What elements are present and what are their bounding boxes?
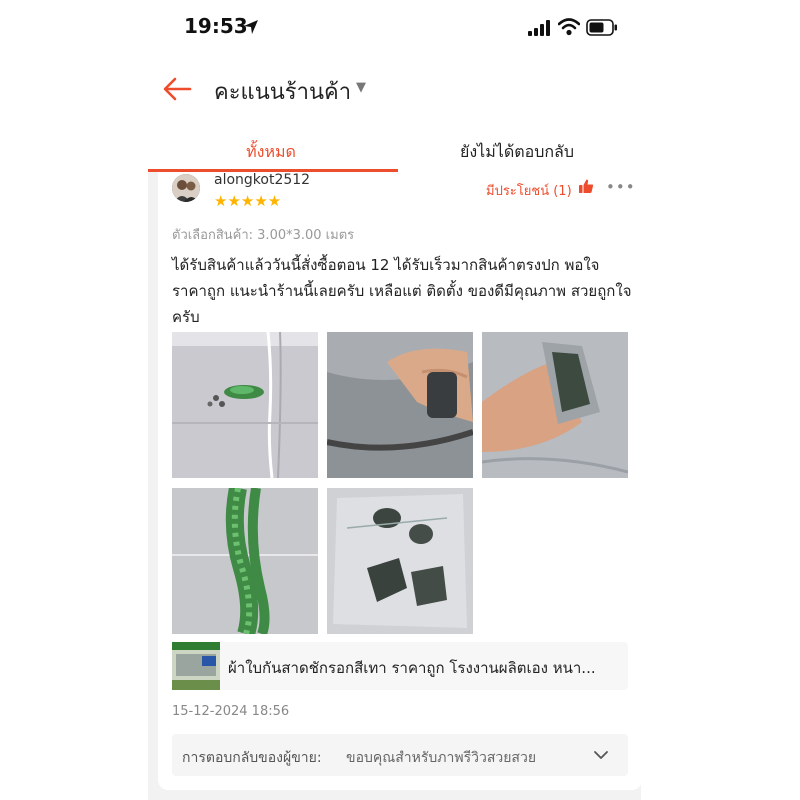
review-photo-1[interactable] — [172, 332, 318, 478]
helpful-count[interactable]: มีประโยชน์ (1) — [486, 180, 572, 201]
avatar[interactable] — [172, 174, 200, 202]
tab-unreplied[interactable]: ยังไม่ได้ตอบกลับ — [394, 132, 640, 172]
reviewer-username: alongkot2512 — [214, 172, 311, 188]
seller-reply[interactable]: การตอบกลับของผู้ขาย: ขอบคุณสำหรับภาพรีวิ… — [172, 734, 628, 776]
wifi-icon — [558, 18, 580, 36]
page-header: คะแนนร้านค้า ▼ — [148, 66, 641, 114]
tab-bar: ทั้งหมด ยังไม่ได้ตอบกลับ — [148, 132, 641, 172]
location-arrow-icon — [244, 20, 258, 34]
status-time: 19:53 — [184, 14, 248, 38]
more-options-icon[interactable]: ••• — [606, 178, 636, 196]
tab-all[interactable]: ทั้งหมด — [148, 132, 394, 172]
product-variation: ตัวเลือกสินค้า: 3.00*3.00 เมตร — [172, 228, 355, 243]
status-bar: 19:53 — [148, 0, 641, 58]
signal-icon — [528, 20, 550, 36]
battery-icon — [586, 19, 617, 36]
caret-down-icon[interactable]: ▼ — [356, 80, 366, 95]
review-photo-4[interactable] — [172, 488, 318, 634]
product-thumbnail — [172, 642, 220, 690]
review-photo-2[interactable] — [327, 332, 473, 478]
star-rating: ★★★★★ — [214, 192, 282, 210]
review-card: alongkot2512 ★★★★★ มีประโยชน์ (1) ••• ตั… — [158, 172, 641, 790]
review-date: 15-12-2024 18:56 — [172, 704, 290, 719]
seller-reply-text: ขอบคุณสำหรับภาพรีวิวสวยสวย — [346, 750, 537, 766]
product-link[interactable]: ผ้าใบกันสาดชักรอกสีเทา ราคาถูก โรงงานผลิ… — [172, 642, 628, 690]
chevron-down-icon[interactable] — [592, 746, 610, 764]
review-text: ได้รับสินค้าแล้ววันนี้สั่งซื้อตอน 12 ได้… — [172, 256, 632, 326]
review-photo-3[interactable] — [482, 332, 628, 478]
phone-screen: 19:53 คะแนนร้านค้า ▼ ทั้งหมด ยังไม่ได้ตอ… — [148, 0, 641, 800]
seller-reply-label: การตอบกลับของผู้ขาย: — [182, 750, 322, 766]
thumbs-up-icon[interactable] — [578, 178, 594, 194]
back-arrow-icon[interactable] — [162, 76, 192, 102]
product-name: ผ้าใบกันสาดชักรอกสีเทา ราคาถูก โรงงานผลิ… — [228, 659, 596, 677]
review-photo-5[interactable] — [327, 488, 473, 634]
page-title: คะแนนร้านค้า — [214, 80, 352, 105]
